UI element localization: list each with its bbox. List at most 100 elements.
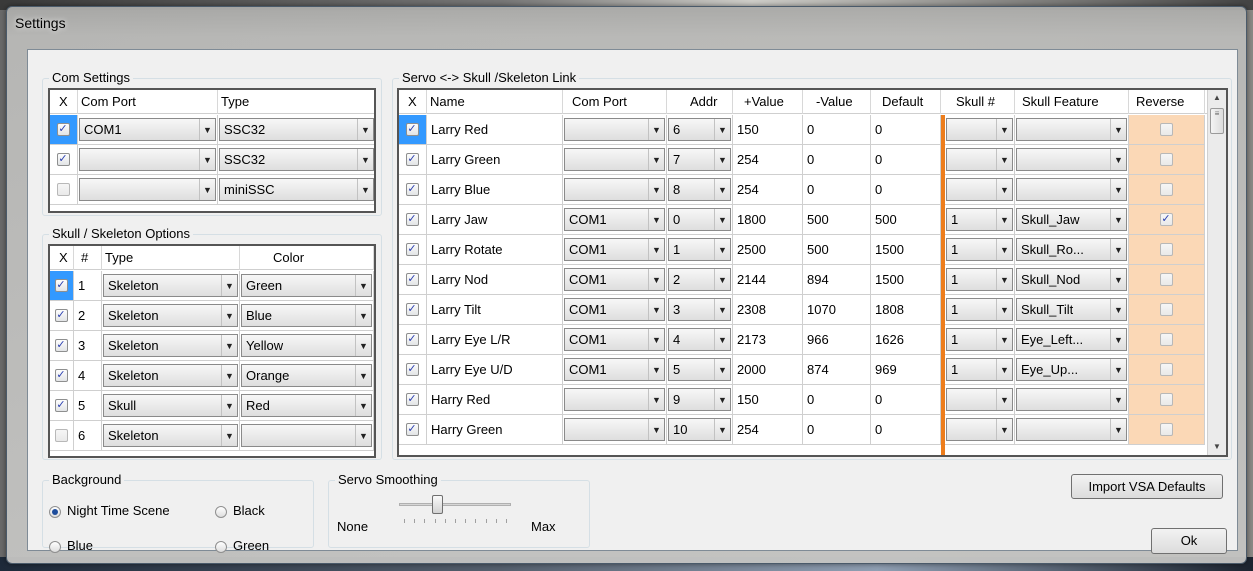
servo-plus-value-cell[interactable]: 254 <box>733 175 803 205</box>
servo-row[interactable]: ✓ Harry Green ▼ 10 ▼ 254 0 0 ▼ ▼ <box>399 415 1207 445</box>
servo-plus-value-cell[interactable]: 2308 <box>733 295 803 325</box>
servo-row[interactable]: ✓ Larry Eye U/D COM1 ▼ 5 ▼ 2000 874 969 1 ▼ Eye_Up.… <box>399 355 1207 385</box>
chevron-down-icon[interactable]: ▼ <box>714 299 730 320</box>
com-enable-checkbox[interactable]: ✓ <box>56 122 70 136</box>
servo-reverse-checkbox[interactable] <box>1159 332 1173 346</box>
radio-label-green[interactable]: Green <box>233 538 269 553</box>
servo-reverse-checkbox[interactable] <box>1159 392 1173 406</box>
servo-minus-value-cell[interactable]: 0 <box>803 385 871 415</box>
skull-number-cell[interactable]: 2 <box>74 301 102 331</box>
servo-addr-dropdown[interactable]: 6 ▼ <box>668 118 731 141</box>
servo-minus-value-cell[interactable]: 1070 <box>803 295 871 325</box>
scroll-up-icon[interactable]: ▲ <box>1208 90 1226 106</box>
servo-default-value-cell[interactable]: 1500 <box>871 265 941 295</box>
servo-skull-number-dropdown[interactable]: 1 ▼ <box>946 238 1013 261</box>
chevron-down-icon[interactable]: ▼ <box>648 119 664 140</box>
servo-default-value-cell[interactable]: 1500 <box>871 235 941 265</box>
chevron-down-icon[interactable]: ▼ <box>355 275 371 296</box>
chevron-down-icon[interactable]: ▼ <box>357 149 373 170</box>
servo-default-value-cell[interactable]: 0 <box>871 385 941 415</box>
servo-enable-checkbox[interactable]: ✓ <box>405 122 419 136</box>
servo-name-cell[interactable]: Larry Jaw <box>427 205 563 235</box>
com-type-dropdown[interactable]: SSC32 ▼ <box>219 118 374 141</box>
chevron-down-icon[interactable]: ▼ <box>221 395 237 416</box>
chevron-down-icon[interactable]: ▼ <box>355 365 371 386</box>
chevron-down-icon[interactable]: ▼ <box>996 419 1012 440</box>
servo-name-cell[interactable]: Larry Red <box>427 115 563 145</box>
chevron-down-icon[interactable]: ▼ <box>714 179 730 200</box>
chevron-down-icon[interactable]: ▼ <box>714 209 730 230</box>
servo-minus-value-cell[interactable]: 966 <box>803 325 871 355</box>
chevron-down-icon[interactable]: ▼ <box>355 305 371 326</box>
header-type[interactable]: Type <box>102 246 240 270</box>
chevron-down-icon[interactable]: ▼ <box>1110 359 1126 380</box>
chevron-down-icon[interactable]: ▼ <box>221 305 237 326</box>
skull-enable-checkbox[interactable]: ✓ <box>54 308 68 322</box>
chevron-down-icon[interactable]: ▼ <box>714 119 730 140</box>
skull-type-dropdown[interactable]: Skeleton ▼ <box>103 304 238 327</box>
chevron-down-icon[interactable]: ▼ <box>714 329 730 350</box>
chevron-down-icon[interactable]: ▼ <box>714 389 730 410</box>
header-default[interactable]: Default <box>879 90 941 114</box>
chevron-down-icon[interactable]: ▼ <box>996 389 1012 410</box>
chevron-down-icon[interactable]: ▼ <box>1110 239 1126 260</box>
skull-options-row[interactable]: ✓ 4 Skeleton ▼ Orange ▼ <box>50 361 374 391</box>
chevron-down-icon[interactable]: ▼ <box>648 209 664 230</box>
servo-enable-checkbox[interactable]: ✓ <box>405 182 419 196</box>
ok-button[interactable]: Ok <box>1151 528 1227 554</box>
servo-addr-dropdown[interactable]: 9 ▼ <box>668 388 731 411</box>
header-com-port[interactable]: Com Port <box>78 90 218 114</box>
servo-row[interactable]: ✓ Larry Jaw COM1 ▼ 0 ▼ 1800 500 500 1 ▼ Skull_Jaw ▼ ✓ <box>399 205 1207 235</box>
servo-skull-feature-dropdown[interactable]: Skull_Ro... ▼ <box>1016 238 1127 261</box>
chevron-down-icon[interactable]: ▼ <box>199 119 215 140</box>
servo-reverse-checkbox[interactable] <box>1159 422 1173 436</box>
skull-type-dropdown[interactable]: Skeleton ▼ <box>103 364 238 387</box>
skull-color-dropdown[interactable]: Red ▼ <box>241 394 372 417</box>
radio-green[interactable] <box>215 541 227 553</box>
chevron-down-icon[interactable]: ▼ <box>199 149 215 170</box>
chevron-down-icon[interactable]: ▼ <box>648 269 664 290</box>
servo-addr-dropdown[interactable]: 5 ▼ <box>668 358 731 381</box>
servo-plus-value-cell[interactable]: 2000 <box>733 355 803 385</box>
servo-row[interactable]: ✓ Larry Eye L/R COM1 ▼ 4 ▼ 2173 966 1626 1 ▼ Eye_Le… <box>399 325 1207 355</box>
servo-row[interactable]: ✓ Larry Green ▼ 7 ▼ 254 0 0 ▼ ▼ <box>399 145 1207 175</box>
servo-name-cell[interactable]: Larry Nod <box>427 265 563 295</box>
servo-name-cell[interactable]: Larry Eye U/D <box>427 355 563 385</box>
chevron-down-icon[interactable]: ▼ <box>357 119 373 140</box>
servo-skull-number-dropdown[interactable]: 1 ▼ <box>946 208 1013 231</box>
skull-number-cell[interactable]: 3 <box>74 331 102 361</box>
servo-skull-number-dropdown[interactable]: ▼ <box>946 118 1013 141</box>
servo-minus-value-cell[interactable]: 500 <box>803 235 871 265</box>
servo-plus-value-cell[interactable]: 1800 <box>733 205 803 235</box>
skull-number-cell[interactable]: 1 <box>74 271 102 301</box>
header-color[interactable]: Color <box>270 246 374 270</box>
skull-number-cell[interactable]: 6 <box>74 421 102 451</box>
header-skull-number[interactable]: Skull # <box>953 90 1015 114</box>
chevron-down-icon[interactable]: ▼ <box>648 149 664 170</box>
servo-skull-feature-dropdown[interactable]: ▼ <box>1016 118 1127 141</box>
servo-name-cell[interactable]: Larry Tilt <box>427 295 563 325</box>
servo-plus-value-cell[interactable]: 254 <box>733 415 803 445</box>
servo-com-port-dropdown[interactable]: COM1 ▼ <box>564 268 665 291</box>
chevron-down-icon[interactable]: ▼ <box>1110 389 1126 410</box>
servo-com-port-dropdown[interactable]: ▼ <box>564 388 665 411</box>
servo-default-value-cell[interactable]: 0 <box>871 115 941 145</box>
chevron-down-icon[interactable]: ▼ <box>648 329 664 350</box>
servo-skull-number-dropdown[interactable]: ▼ <box>946 148 1013 171</box>
servo-enable-checkbox[interactable]: ✓ <box>405 212 419 226</box>
servo-addr-dropdown[interactable]: 4 ▼ <box>668 328 731 351</box>
com-type-dropdown[interactable]: miniSSC ▼ <box>219 178 374 201</box>
chevron-down-icon[interactable]: ▼ <box>1110 209 1126 230</box>
com-settings-row[interactable]: ✓ COM1 ▼ SSC32 ▼ <box>50 115 374 145</box>
chevron-down-icon[interactable]: ▼ <box>1110 119 1126 140</box>
servo-skull-feature-dropdown[interactable]: ▼ <box>1016 418 1127 441</box>
servo-reverse-checkbox[interactable] <box>1159 242 1173 256</box>
header-reverse[interactable]: Reverse <box>1133 90 1205 114</box>
servo-reverse-checkbox[interactable] <box>1159 182 1173 196</box>
header-x[interactable]: X <box>56 90 78 114</box>
servo-row[interactable]: ✓ Larry Red ▼ 6 ▼ 150 0 0 ▼ ▼ <box>399 115 1207 145</box>
servo-plus-value-cell[interactable]: 150 <box>733 115 803 145</box>
scroll-down-icon[interactable]: ▼ <box>1208 439 1226 455</box>
chevron-down-icon[interactable]: ▼ <box>996 239 1012 260</box>
chevron-down-icon[interactable]: ▼ <box>996 359 1012 380</box>
